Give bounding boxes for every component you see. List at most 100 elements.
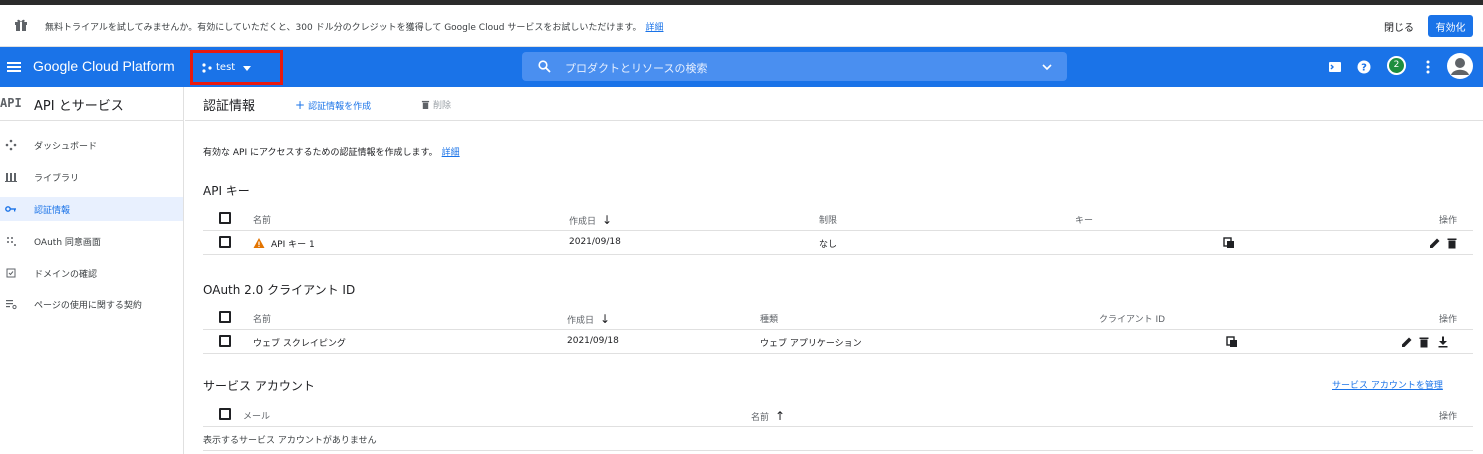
sidebar-item-domain-verification[interactable]: ドメインの確認	[0, 261, 183, 285]
empty-row: 表示するサービス アカウントがありません	[203, 427, 1473, 451]
column-header-client-id: クライアント ID	[1099, 315, 1166, 325]
page-agreement-icon	[6, 300, 17, 310]
api-key-name[interactable]: API キー 1	[271, 237, 315, 250]
plus-icon: +	[295, 98, 306, 112]
column-header-actions: 操作	[1439, 315, 1458, 325]
manage-service-accounts-link[interactable]: サービス アカウントを管理	[1332, 378, 1443, 391]
edit-icon[interactable]	[1429, 237, 1441, 249]
notification-badge[interactable]: 2	[1387, 56, 1406, 75]
search-expand-icon[interactable]	[1042, 62, 1052, 72]
select-all-checkbox[interactable]	[219, 408, 231, 420]
sidebar-item-library[interactable]: ライブラリ	[0, 165, 183, 189]
copy-icon[interactable]	[1226, 336, 1238, 348]
sidebar-item-oauth-consent[interactable]: OAuth 同意画面	[0, 229, 183, 253]
api-key-created: 2021/09/18	[569, 237, 621, 247]
api-key-restriction: なし	[819, 240, 838, 250]
empty-message: 表示するサービス アカウントがありません	[203, 436, 377, 446]
sidebar-item-label: 認証情報	[34, 206, 71, 216]
project-dots-icon	[202, 62, 212, 73]
create-credentials-label: 認証情報を作成	[308, 102, 372, 112]
column-header-created[interactable]: 作成日 ↓	[567, 312, 610, 326]
sidebar-item-credentials[interactable]: 認証情報	[0, 197, 183, 221]
arrow-down-icon: ↓	[602, 213, 613, 227]
banner-text: 無料トライアルを試してみませんか。有効にしていただくと、300 ドル分のクレジッ…	[45, 23, 642, 33]
close-banner-button[interactable]: 閉じる	[1378, 15, 1420, 37]
search-bar[interactable]: プロダクトとリソースの検索	[522, 52, 1067, 81]
oauth-consent-icon	[7, 237, 16, 246]
domain-check-icon	[6, 268, 16, 278]
column-header-actions: 操作	[1439, 216, 1458, 226]
select-all-checkbox[interactable]	[219, 311, 231, 323]
select-all-checkbox[interactable]	[219, 212, 231, 224]
oauth-client-type: ウェブ アプリケーション	[760, 339, 862, 349]
sidebar-item-page-agreement[interactable]: ページの使用に関する契約	[0, 292, 183, 316]
cloud-shell-icon[interactable]	[1327, 59, 1343, 75]
delete-button[interactable]: 削除	[421, 98, 451, 111]
oauth-client-name[interactable]: ウェブ スクレイピング	[253, 336, 346, 349]
top-header: Google Cloud Platform test プロダクトとリソースの検索…	[0, 47, 1483, 87]
account-icon	[1451, 58, 1469, 75]
description-text: 有効な API にアクセスするための認証情報を作成します。	[203, 148, 438, 158]
trash-icon[interactable]	[1418, 336, 1430, 348]
copy-icon[interactable]	[1223, 237, 1235, 249]
description-details-link[interactable]: 詳細	[442, 148, 460, 158]
edit-icon[interactable]	[1401, 336, 1413, 348]
chevron-down-icon	[243, 65, 252, 71]
gift-icon	[15, 19, 27, 31]
banner-details-link[interactable]: 詳細	[645, 23, 663, 33]
column-header-created-label: 作成日	[569, 217, 597, 227]
dashboard-icon	[5, 139, 17, 151]
project-selector[interactable]: test	[190, 50, 283, 85]
nav-title: API とサービス	[34, 99, 124, 114]
search-placeholder: プロダクトとリソースの検索	[565, 62, 708, 75]
column-header-actions: 操作	[1439, 412, 1458, 422]
column-header-name[interactable]: 名前	[253, 312, 271, 325]
page-title: 認証情報	[203, 99, 256, 114]
sidebar-item-label: ページの使用に関する契約	[34, 301, 142, 311]
page-description: 有効な API にアクセスするための認証情報を作成します。 詳細	[203, 145, 460, 158]
key-icon	[5, 206, 16, 212]
more-vert-icon[interactable]	[1420, 59, 1436, 75]
sidebar-item-dashboard[interactable]: ダッシュボード	[0, 133, 183, 157]
api-keys-title: API キー	[203, 184, 250, 198]
api-keys-table: 名前 作成日 ↓ 制限 キー 操作 API キー 1 2021/09/18 なし	[203, 207, 1473, 255]
trash-icon[interactable]	[1446, 237, 1458, 249]
column-header-restriction[interactable]: 制限	[819, 213, 837, 226]
oauth-client-created: 2021/09/18	[567, 336, 619, 346]
trash-icon	[421, 100, 430, 109]
download-icon[interactable]	[1437, 336, 1449, 348]
table-header-row: メール 名前 ↑ 操作	[203, 403, 1473, 427]
row-checkbox[interactable]	[219, 335, 231, 347]
trial-banner: 無料トライアルを試してみませんか。有効にしていただくと、300 ドル分のクレジッ…	[0, 5, 1483, 47]
column-header-name[interactable]: 名前 ↑	[751, 409, 785, 423]
service-accounts-title: サービス アカウント	[203, 379, 315, 393]
column-header-type[interactable]: 種類	[760, 312, 778, 325]
table-row[interactable]: API キー 1 2021/09/18 なし	[203, 231, 1473, 255]
left-navigation: API API とサービス ダッシュボード ライブラリ 認証情報 OAuth 同…	[0, 87, 184, 454]
table-row[interactable]: ウェブ スクレイピング 2021/09/18 ウェブ アプリケーション	[203, 330, 1473, 354]
column-header-email[interactable]: メール	[243, 409, 270, 422]
help-icon[interactable]: ?	[1356, 59, 1372, 75]
create-credentials-button[interactable]: + 認証情報を作成	[295, 98, 371, 112]
hamburger-menu-icon[interactable]	[6, 59, 22, 75]
avatar[interactable]	[1447, 53, 1473, 79]
library-icon	[5, 173, 17, 182]
column-header-created[interactable]: 作成日 ↓	[569, 213, 612, 227]
arrow-down-icon: ↓	[600, 312, 611, 326]
oauth-clients-table: 名前 作成日 ↓ 種類 クライアント ID 操作 ウェブ スクレイピング 2021…	[203, 306, 1473, 354]
column-header-name-label: 名前	[751, 413, 770, 423]
column-header-name[interactable]: 名前	[253, 213, 271, 226]
svg-text:?: ?	[1361, 63, 1367, 74]
project-name: test	[216, 62, 236, 73]
table-header-row: 名前 作成日 ↓ 制限 キー 操作	[203, 207, 1473, 231]
table-header-row: 名前 作成日 ↓ 種類 クライアント ID 操作	[203, 306, 1473, 330]
column-header-created-label: 作成日	[567, 316, 595, 326]
main-content: 認証情報 + 認証情報を作成 削除 有効な API にアクセスするための認証情報を…	[185, 87, 1483, 454]
brand-title[interactable]: Google Cloud Platform	[33, 58, 175, 74]
enable-trial-button[interactable]: 有効化	[1428, 15, 1473, 37]
delete-label: 削除	[433, 101, 452, 111]
api-logo: API	[0, 96, 22, 110]
row-checkbox[interactable]	[219, 236, 231, 248]
warning-icon	[253, 238, 265, 248]
service-accounts-table: メール 名前 ↑ 操作 表示するサービス アカウントがありません	[203, 403, 1473, 451]
